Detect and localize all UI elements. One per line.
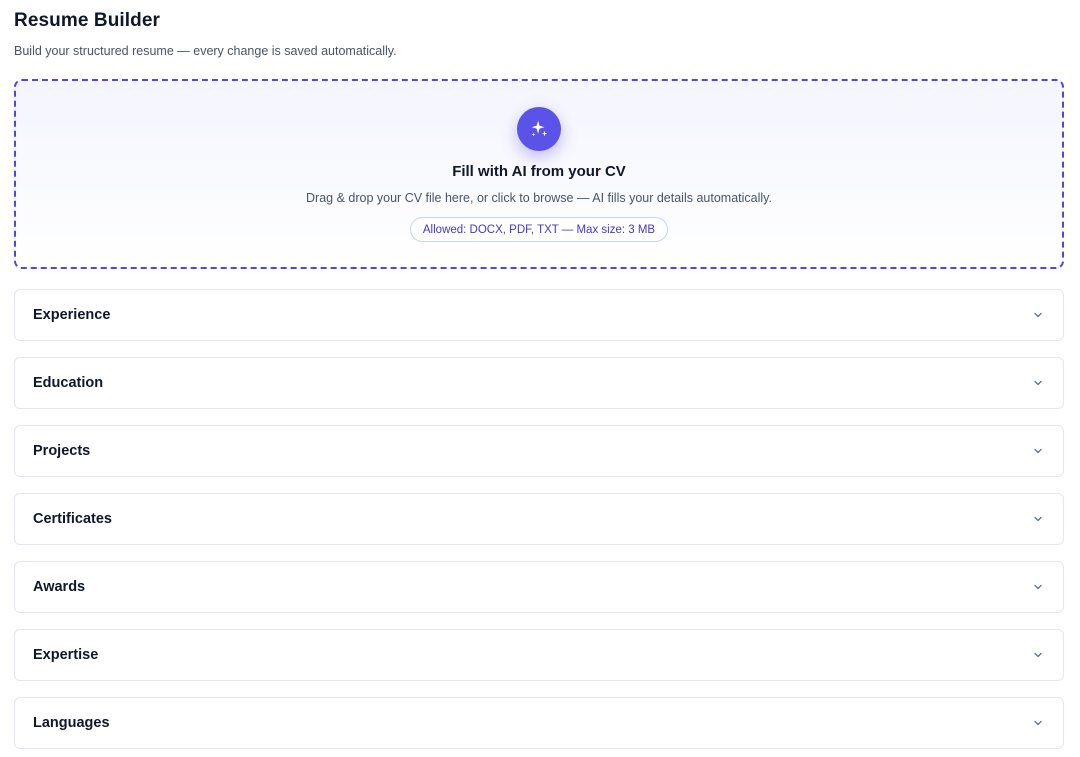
upload-description: Drag & drop your CV file here, or click … — [306, 191, 772, 205]
section-label: Languages — [33, 715, 110, 731]
page-header: Resume Builder Build your structured res… — [14, 10, 397, 58]
section-label: Projects — [33, 443, 91, 459]
chevron-down-icon — [1031, 648, 1045, 662]
section-awards[interactable]: Awards — [14, 561, 1064, 613]
section-languages[interactable]: Languages — [14, 697, 1064, 749]
page-subtitle: Build your structured resume — every cha… — [14, 44, 397, 58]
sparkles-icon — [517, 107, 561, 151]
chevron-down-icon — [1031, 444, 1045, 458]
allowed-file-types-badge: Allowed: DOCX, PDF, TXT — Max size: 3 MB — [409, 217, 669, 242]
section-label: Awards — [33, 579, 86, 595]
chevron-down-icon — [1031, 580, 1045, 594]
chevron-down-icon — [1031, 376, 1045, 390]
chevron-down-icon — [1031, 716, 1045, 730]
cv-upload-dropzone[interactable]: Fill with AI from your CV Drag & drop yo… — [14, 79, 1064, 269]
section-education[interactable]: Education — [14, 357, 1064, 409]
section-expertise[interactable]: Expertise — [14, 629, 1064, 681]
section-label: Education — [33, 375, 104, 391]
section-label: Experience — [33, 307, 111, 323]
section-certificates[interactable]: Certificates — [14, 493, 1064, 545]
section-label: Expertise — [33, 647, 99, 663]
section-projects[interactable]: Projects — [14, 425, 1064, 477]
chevron-down-icon — [1031, 308, 1045, 322]
resume-sections: Experience Education Projects Certificat… — [14, 289, 1064, 757]
section-label: Certificates — [33, 511, 112, 527]
section-experience[interactable]: Experience — [14, 289, 1064, 341]
page-title: Resume Builder — [14, 10, 161, 31]
upload-title: Fill with AI from your CV — [452, 163, 626, 180]
chevron-down-icon — [1031, 512, 1045, 526]
